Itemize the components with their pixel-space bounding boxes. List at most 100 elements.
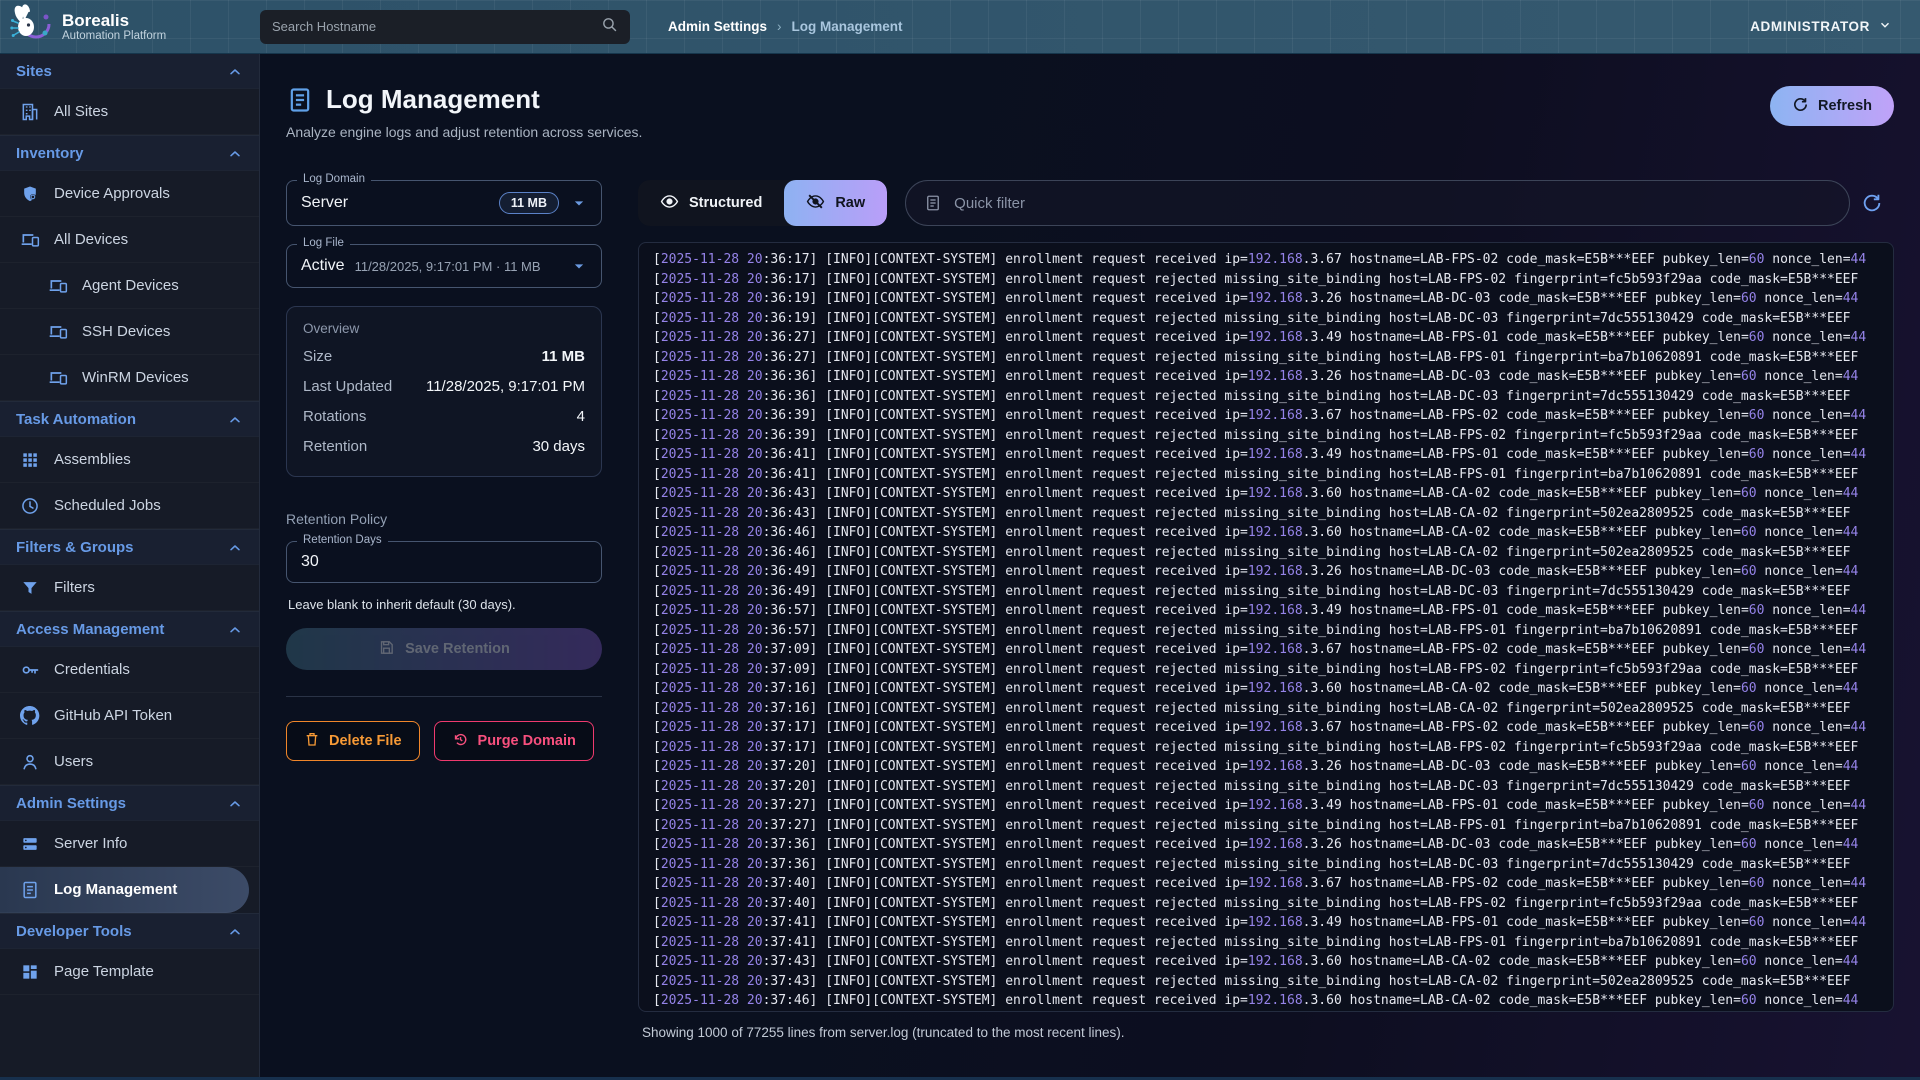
overview-row-retention: Retention 30 days [303, 438, 585, 455]
log-line: [2025-11-28 20:36:17] [INFO][CONTEXT-SYS… [653, 250, 1879, 270]
overview-title: Overview [303, 321, 585, 336]
chevron-up-icon [227, 796, 243, 812]
sidebar: SitesAll SitesInventoryDevice ApprovalsA… [0, 54, 260, 1077]
sidebar-item-page-template[interactable]: Page Template [0, 949, 259, 995]
sidebar-section-sites[interactable]: Sites [0, 54, 259, 89]
sidebar-item-label: Credentials [54, 661, 130, 678]
sidebar-item-github-api-token[interactable]: GitHub API Token [0, 693, 259, 739]
log-domain-label: Log Domain [297, 173, 371, 185]
log-line: [2025-11-28 20:37:09] [INFO][CONTEXT-SYS… [653, 640, 1879, 660]
log-line: [2025-11-28 20:37:43] [INFO][CONTEXT-SYS… [653, 952, 1879, 972]
sidebar-section-access-management[interactable]: Access Management [0, 611, 259, 647]
sidebar-section-label: Access Management [16, 621, 164, 638]
log-line: [2025-11-28 20:36:36] [INFO][CONTEXT-SYS… [653, 387, 1879, 407]
chevron-up-icon [227, 540, 243, 556]
overview-row-size: Size 11 MB [303, 348, 585, 365]
page-title: Log Management [326, 84, 540, 115]
log-line: [2025-11-28 20:37:16] [INFO][CONTEXT-SYS… [653, 699, 1879, 719]
sidebar-section-admin-settings[interactable]: Admin Settings [0, 785, 259, 821]
delete-file-button[interactable]: Delete File [286, 721, 420, 761]
retention-days-input[interactable] [301, 553, 589, 571]
sidebar-item-label: Log Management [54, 881, 177, 898]
clock-icon [20, 496, 40, 516]
filter-icon [20, 578, 40, 598]
page-subtitle: Analyze engine logs and adjust retention… [286, 124, 1894, 140]
sidebar-item-ssh-devices[interactable]: SSH Devices [0, 309, 259, 355]
sidebar-item-assemblies[interactable]: Assemblies [0, 437, 259, 483]
sidebar-item-all-sites[interactable]: All Sites [0, 89, 259, 135]
sidebar-item-label: WinRM Devices [82, 369, 189, 386]
log-domain-size-badge: 11 MB [499, 192, 559, 214]
breadcrumb-admin-settings[interactable]: Admin Settings [668, 19, 767, 34]
breadcrumb-separator-icon: › [777, 19, 782, 34]
devices-icon [48, 368, 68, 388]
log-line: [2025-11-28 20:37:43] [INFO][CONTEXT-SYS… [653, 972, 1879, 992]
log-refresh-button[interactable] [1850, 192, 1894, 214]
sidebar-section-label: Inventory [16, 145, 84, 162]
breadcrumb-log-management: Log Management [792, 19, 903, 34]
github-icon [20, 706, 40, 726]
sidebar-item-filters[interactable]: Filters [0, 565, 259, 611]
log-line: [2025-11-28 20:36:19] [INFO][CONTEXT-SYS… [653, 309, 1879, 329]
user-menu[interactable]: ADMINISTRATOR [1750, 18, 1920, 35]
borealis-rabbit-logo-icon [10, 3, 52, 50]
log-file-label: Log File [297, 237, 350, 249]
brand-subtitle: Automation Platform [62, 30, 166, 42]
chevron-up-icon [227, 412, 243, 428]
save-icon [378, 639, 395, 660]
tab-raw[interactable]: Raw [784, 180, 887, 226]
eye-off-icon [806, 192, 825, 215]
sidebar-item-scheduled-jobs[interactable]: Scheduled Jobs [0, 483, 259, 529]
server-icon [20, 834, 40, 854]
sidebar-section-inventory[interactable]: Inventory [0, 135, 259, 171]
quick-filter[interactable] [905, 180, 1850, 226]
sidebar-item-server-info[interactable]: Server Info [0, 821, 259, 867]
log-footer-status: Showing 1000 of 77255 lines from server.… [638, 1025, 1894, 1040]
brand: Borealis Automation Platform [0, 3, 260, 50]
search-input[interactable] [272, 19, 593, 34]
grid-icon [20, 450, 40, 470]
raw-log-output[interactable]: [2025-11-28 20:36:17] [INFO][CONTEXT-SYS… [638, 242, 1894, 1012]
topbar: Borealis Automation Platform Admin Setti… [0, 0, 1920, 54]
log-line: [2025-11-28 20:37:17] [INFO][CONTEXT-SYS… [653, 738, 1879, 758]
sidebar-section-developer-tools[interactable]: Developer Tools [0, 913, 259, 949]
log-file-select[interactable]: Log File Active 11/28/2025, 9:17:01 PM ·… [286, 244, 602, 288]
log-line: [2025-11-28 20:36:39] [INFO][CONTEXT-SYS… [653, 426, 1879, 446]
sidebar-item-all-devices[interactable]: All Devices [0, 217, 259, 263]
log-icon [924, 194, 942, 212]
chevron-down-icon [1878, 18, 1892, 35]
log-line: [2025-11-28 20:36:43] [INFO][CONTEXT-SYS… [653, 484, 1879, 504]
retention-days-field[interactable]: Retention Days [286, 541, 602, 583]
log-line: [2025-11-28 20:36:49] [INFO][CONTEXT-SYS… [653, 582, 1879, 602]
hostname-search[interactable] [260, 10, 630, 44]
log-line: [2025-11-28 20:36:27] [INFO][CONTEXT-SYS… [653, 328, 1879, 348]
sidebar-item-log-management[interactable]: Log Management [0, 867, 249, 913]
sidebar-item-credentials[interactable]: Credentials [0, 647, 259, 693]
sidebar-item-label: All Sites [54, 103, 108, 120]
sidebar-item-device-approvals[interactable]: Device Approvals [0, 171, 259, 217]
sidebar-item-users[interactable]: Users [0, 739, 259, 785]
log-line: [2025-11-28 20:37:17] [INFO][CONTEXT-SYS… [653, 718, 1879, 738]
devices-icon [48, 322, 68, 342]
sidebar-item-label: Page Template [54, 963, 154, 980]
quick-filter-input[interactable] [954, 195, 1831, 212]
user-menu-label: ADMINISTRATOR [1750, 19, 1870, 34]
log-file-value: Active [301, 257, 345, 275]
history-icon [452, 731, 469, 752]
log-controls-panel: Log Domain Server 11 MB Log File Active … [286, 180, 602, 1040]
log-line: [2025-11-28 20:37:40] [INFO][CONTEXT-SYS… [653, 874, 1879, 894]
log-line: [2025-11-28 20:37:36] [INFO][CONTEXT-SYS… [653, 835, 1879, 855]
sidebar-section-filters-groups[interactable]: Filters & Groups [0, 529, 259, 565]
sidebar-item-label: Scheduled Jobs [54, 497, 161, 514]
save-retention-button[interactable]: Save Retention [286, 628, 602, 670]
tab-structured[interactable]: Structured [638, 180, 784, 226]
sidebar-item-agent-devices[interactable]: Agent Devices [0, 263, 259, 309]
purge-domain-button[interactable]: Purge Domain [434, 721, 594, 761]
sidebar-item-winrm-devices[interactable]: WinRM Devices [0, 355, 259, 401]
log-domain-select[interactable]: Log Domain Server 11 MB [286, 180, 602, 226]
refresh-button[interactable]: Refresh [1770, 86, 1894, 126]
log-domain-value: Server [301, 194, 348, 212]
log-line: [2025-11-28 20:36:41] [INFO][CONTEXT-SYS… [653, 445, 1879, 465]
sidebar-section-task-automation[interactable]: Task Automation [0, 401, 259, 437]
brand-title: Borealis [62, 11, 166, 30]
